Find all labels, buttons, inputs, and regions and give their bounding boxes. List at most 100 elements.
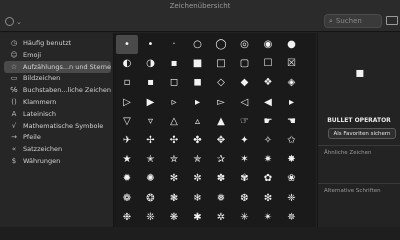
character-cell[interactable]: ▽ [116,112,138,131]
character-cell[interactable]: ◎ [234,35,256,54]
alternative-fonts-label[interactable]: Alternative Schriften [324,188,381,194]
character-cell[interactable]: ✲ [210,208,232,227]
character-cell[interactable]: ✮ [163,150,185,169]
character-cell[interactable]: ✩ [281,131,303,150]
character-cell[interactable]: ✳ [234,208,256,227]
sidebar-item[interactable]: () Klammern [4,96,111,108]
character-cell[interactable]: ▲ [210,112,232,131]
character-cell[interactable]: ◁ [234,93,256,112]
character-cell[interactable]: ◯ [210,35,232,54]
character-cell[interactable]: ▸ [281,93,303,112]
character-cell[interactable]: ❋ [163,208,185,227]
character-cell[interactable]: ✥ [210,131,232,150]
similar-characters-label[interactable]: Ähnliche Zeichen [324,150,372,156]
character-cell[interactable]: ✶ [234,150,256,169]
character-cell[interactable]: ▢ [234,54,256,73]
sidebar-item[interactable]: → Pfeile [4,131,111,143]
character-cell[interactable]: ▵ [187,112,209,131]
character-cell[interactable]: ❅ [210,189,232,208]
character-cell[interactable]: ▹ [163,93,185,112]
character-cell[interactable]: ◀ [257,93,279,112]
add-favorite-button[interactable]: Als Favoriten sichern [328,128,396,139]
character-cell[interactable]: ❀ [281,169,303,188]
character-cell[interactable]: ✱ [187,208,209,227]
character-cell[interactable]: ❂ [140,189,162,208]
settings-menu-button[interactable]: ⌄ [5,17,22,26]
character-cell[interactable]: ▶ [140,93,162,112]
character-cell[interactable]: ▪ [163,54,185,73]
character-cell[interactable]: ✭ [140,150,162,169]
character-cell[interactable]: ☞ [234,112,256,131]
character-cell[interactable]: ● [281,35,303,54]
sidebar-item[interactable]: √ Mathematische Symbole [4,120,111,132]
character-cell[interactable]: ❖ [257,73,279,92]
character-cell[interactable]: ✧ [257,131,279,150]
character-cell[interactable]: ▿ [140,112,162,131]
character-cell[interactable]: ❊ [140,208,162,227]
character-cell[interactable]: ✹ [116,169,138,188]
sidebar-item[interactable]: ☆ Aufzählungs...n und Sterne [4,60,111,73]
character-cell[interactable]: ▫ [116,73,138,92]
character-cell[interactable]: ☐ [257,54,279,73]
character-cell[interactable]: ✈ [116,131,138,150]
sidebar-item[interactable]: « Satzzeichen [4,143,111,155]
keyboard-icon[interactable] [386,16,398,25]
character-cell[interactable]: ◐ [116,54,138,73]
character-cell[interactable]: ▻ [210,93,232,112]
character-cell[interactable]: ■ [187,54,209,73]
character-cell[interactable]: ◈ [281,73,303,92]
character-cell[interactable]: ❉ [116,208,138,227]
character-cell[interactable]: ✣ [163,131,185,150]
search-field[interactable]: ⌕ [324,14,382,28]
character-cell[interactable]: ✼ [187,169,209,188]
character-cell[interactable]: ◻ [163,73,185,92]
character-cell[interactable]: ★ [116,150,138,169]
character-cell[interactable]: ❇ [257,189,279,208]
character-cell[interactable]: • [140,35,162,54]
character-cell[interactable]: ✷ [257,150,279,169]
character-cell[interactable]: ✻ [163,169,185,188]
character-cell[interactable]: ◇ [210,73,232,92]
character-cell[interactable]: ✰ [210,150,232,169]
sidebar-item[interactable]: ◷ Häufig benutzt [4,37,111,49]
character-cell[interactable]: ◆ [234,73,256,92]
character-cell[interactable]: ☚ [281,112,303,131]
character-cell[interactable]: · [163,35,185,54]
sidebar-item[interactable]: $ Währungen [4,155,111,167]
character-cell[interactable]: ▸ [187,93,209,112]
character-cell[interactable]: ✤ [187,131,209,150]
character-cell[interactable]: ○ [187,35,209,54]
character-cell[interactable]: ✦ [234,131,256,150]
character-cell[interactable]: ❆ [234,189,256,208]
sidebar-item[interactable]: ▭ Bildzeichen [4,72,111,84]
character-cell[interactable]: □ [210,54,232,73]
character-cell[interactable]: ✵ [281,208,303,227]
character-cell[interactable]: ☛ [257,112,279,131]
character-cell[interactable]: ✢ [140,131,162,150]
character-cell[interactable]: ▷ [116,93,138,112]
sidebar-item[interactable]: A Lateinisch [4,108,111,120]
character-cell[interactable]: • [116,35,138,54]
character-cell[interactable]: ✯ [187,150,209,169]
character-cell[interactable]: ◑ [140,54,162,73]
sidebar-item[interactable]: ℅ Buchstaben...liche Zeichen [4,84,111,96]
character-cell[interactable]: ✴ [257,208,279,227]
character-cell[interactable]: △ [163,112,185,131]
character-cell[interactable]: ❁ [116,189,138,208]
character-cell[interactable]: ❄ [187,189,209,208]
character-cell[interactable]: ✸ [281,150,303,169]
character-cell[interactable]: ◉ [257,35,279,54]
sidebar-item-label: Buchstaben...liche Zeichen [22,86,111,95]
sidebar-item[interactable]: ☺ Emoji [4,49,111,61]
character-cell[interactable]: ✾ [234,169,256,188]
character-cell[interactable]: ✽ [210,169,232,188]
character-cell[interactable]: ▪ [140,73,162,92]
character-cell[interactable]: ☒ [281,54,303,73]
character-cell[interactable]: ✺ [140,169,162,188]
character-cell[interactable]: ❈ [281,189,303,208]
character-cell[interactable]: ✿ [257,169,279,188]
search-input[interactable] [335,17,376,25]
character-cell[interactable]: ◼ [187,73,209,92]
sidebar-item-label: Währungen [23,157,61,165]
character-cell[interactable]: ❃ [163,189,185,208]
